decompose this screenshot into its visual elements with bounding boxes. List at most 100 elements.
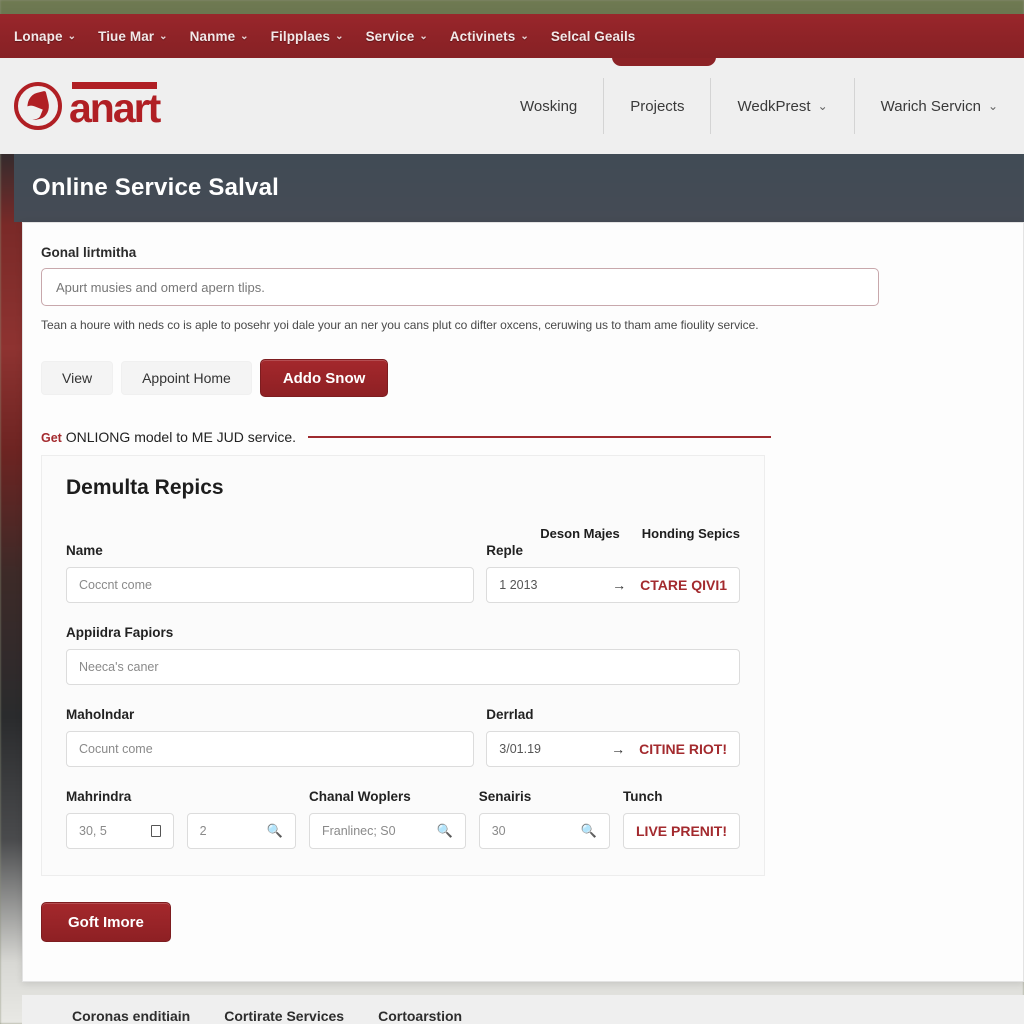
topnav-label: Lonape [14, 28, 63, 44]
panel-title: Demulta Repics [66, 476, 224, 499]
topnav-label: Selcal Geails [550, 28, 636, 44]
appoint-home-button[interactable]: Appoint Home [121, 361, 252, 395]
brand-link-label: Warich Servicn [880, 97, 981, 115]
chevron-down-icon: ⌄ [335, 30, 344, 42]
chevron-down-icon: ⌄ [419, 30, 428, 42]
mahrindra-input[interactable]: 30, 5 [66, 813, 174, 849]
topnav-label: Service [365, 28, 415, 44]
topnav-item-nanme[interactable]: Nanme ⌄ [190, 29, 249, 44]
form-field-reple: Deson Majes Honding Sepics Reple 1 2013 … [486, 526, 740, 603]
section-legend-text: Get ONLIONG model to ME JUD service. [41, 429, 296, 445]
square-icon[interactable] [150, 825, 161, 837]
flame-logo-icon [14, 82, 62, 130]
form-field-appiidra-fapiors: Appiidra Fapiors Neeca's caner [66, 625, 740, 685]
field-label: Name [66, 543, 103, 558]
derrlad-input[interactable]: 3/01.19 → CITINE RIOT! [486, 731, 740, 767]
form-field-name: Name Coccnt come [66, 543, 475, 603]
reple-cta-link[interactable]: CTARE QIVI1 [640, 577, 727, 593]
senairis-value: 30 [491, 824, 506, 838]
main-content-card: Gonal lirtmitha Apurt musies and omerd a… [22, 222, 1024, 982]
topnav-item-tiue-mar[interactable]: Tiue Mar ⌄ [98, 29, 168, 44]
goal-section: Gonal lirtmitha Apurt musies and omerd a… [23, 245, 1023, 397]
logo[interactable]: anart [14, 82, 161, 131]
topnav-item-filpplaes[interactable]: Filpplaes ⌄ [271, 29, 344, 44]
legend-lead: Get [41, 431, 62, 445]
brand-link-projects[interactable]: Projects [603, 78, 710, 134]
field-label: Mahrindra [66, 789, 132, 804]
search-icon[interactable]: 🔍 [267, 823, 283, 839]
top-utility-nav: Lonape ⌄ Tiue Mar ⌄ Nanme ⌄ Filpplaes ⌄ … [0, 14, 1024, 58]
derrlad-cta-link[interactable]: CITINE RIOT! [639, 741, 727, 757]
micro-header-honding-sepics: Honding Sepics [641, 526, 740, 541]
footer: Coronas enditiain Cortirate Services Cor… [22, 995, 1024, 1024]
action-button-row: View Appoint Home Addo Snow [41, 359, 993, 397]
form-field-derrlad: Derrlad 3/01.19 → CITINE RIOT! [486, 707, 740, 767]
chevron-down-icon: ⌄ [67, 30, 77, 42]
brand-link-label: WedkPrest [737, 97, 811, 115]
chevron-down-icon: ⌄ [240, 30, 249, 42]
topnav-item-lonape[interactable]: Lonape ⌄ [14, 29, 76, 44]
search-icon[interactable]: 🔍 [437, 823, 453, 839]
micro-headers: Deson Majes Honding Sepics [486, 526, 740, 541]
arrow-right-icon: → [612, 577, 627, 593]
brand-link-label: Wosking [520, 97, 578, 115]
topnav-item-service[interactable]: Service ⌄ [366, 29, 428, 44]
micro-header-deson-majes: Deson Majes [540, 526, 620, 541]
footer-link-cortoarstion[interactable]: Cortoarstion [378, 1008, 462, 1024]
form-row: Name Coccnt come Deson Majes Honding Sep… [66, 526, 740, 603]
form-field-tunch: Tunch LIVE PRENIT! [623, 789, 741, 849]
form-row: Maholndar Cocunt come Derrlad 3/01.19 → … [66, 707, 740, 767]
chanal-woplers-input[interactable]: Franlinec; S0 🔍 [308, 813, 466, 849]
topnav-item-selcal-geails[interactable]: Selcal Geails [551, 29, 636, 44]
name-input[interactable]: Coccnt come [66, 567, 475, 603]
field-label: Chanal Woplers [308, 789, 411, 804]
reple-value: 1 2013 [499, 578, 538, 592]
goft-imore-button[interactable]: Goft Imore [41, 902, 171, 942]
form-field-chanal-woplers: Chanal Woplers Franlinec; S0 🔍 [308, 789, 466, 849]
chevron-down-icon: ⌄ [159, 30, 168, 42]
form-field-maholndar: Maholndar Cocunt come [66, 707, 475, 767]
field-label: Tunch [623, 789, 663, 804]
topnav-label: Nanme [189, 28, 236, 44]
topnav-item-activinets[interactable]: Activinets ⌄ [450, 29, 529, 44]
goal-help-text: Tean a houre with neds co is aple to pos… [41, 318, 759, 332]
live-prenit-label: LIVE PRENIT! [636, 823, 728, 839]
chevron-down-icon: ⌄ [987, 99, 998, 113]
quantity-input[interactable]: 2 🔍 [186, 813, 296, 849]
brand-link-wosking[interactable]: Wosking [494, 78, 603, 134]
footer-link-cortirate-services[interactable]: Cortirate Services [224, 1008, 344, 1024]
senairis-input[interactable]: 30 🔍 [478, 813, 610, 849]
quantity-value: 2 [199, 824, 207, 838]
arrow-right-icon: → [611, 741, 626, 757]
search-icon[interactable]: 🔍 [581, 823, 597, 839]
live-prenit-button[interactable]: LIVE PRENIT! [623, 813, 741, 849]
field-label: Senairis [478, 789, 532, 804]
maholndar-input[interactable]: Cocunt come [66, 731, 475, 767]
legend-divider [308, 436, 771, 438]
logo-wordmark: anart [69, 82, 161, 131]
goal-input[interactable]: Apurt musies and omerd apern tlips. [41, 268, 879, 306]
brand-link-wedkprest[interactable]: WedkPrest ⌄ [710, 78, 853, 134]
details-panel: Demulta Repics Name Coccnt come Deson Ma… [41, 455, 765, 876]
page-title-band: Online Service Salval [14, 154, 1024, 222]
field-label: Derrlad [486, 707, 534, 722]
brand-link-warich-servicn[interactable]: Warich Servicn ⌄ [853, 78, 1024, 134]
submit-row: Goft Imore [41, 902, 1023, 942]
appiidra-fapiors-input[interactable]: Neeca's caner [66, 649, 740, 685]
topnav-label: Filpplaes [270, 28, 331, 44]
brand-nav: Wosking Projects WedkPrest ⌄ Warich Serv… [494, 78, 1024, 134]
reple-input[interactable]: 1 2013 → CTARE QIVI1 [486, 567, 740, 603]
mahrindra-value: 30, 5 [79, 824, 107, 838]
footer-link-coronas[interactable]: Coronas enditiain [72, 1008, 190, 1024]
field-label: Appiidra Fapiors [66, 625, 174, 640]
section-legend: Get ONLIONG model to ME JUD service. [23, 429, 1023, 445]
quad-filter-row: Mahrindra 30, 5 2 🔍 Chanal Woplers Franl… [66, 789, 741, 849]
derrlad-value: 3/01.19 [499, 742, 541, 756]
field-label: Reple [486, 543, 524, 558]
form-field-quantity: 2 🔍 [186, 804, 296, 849]
form-field-mahrindra: Mahrindra 30, 5 [66, 789, 174, 849]
addo-snow-button[interactable]: Addo Snow [259, 359, 389, 397]
view-button[interactable]: View [41, 361, 114, 395]
chevron-down-icon: ⌄ [520, 30, 529, 42]
brand-header: anart Wosking Projects WedkPrest ⌄ Waric… [0, 58, 1024, 154]
